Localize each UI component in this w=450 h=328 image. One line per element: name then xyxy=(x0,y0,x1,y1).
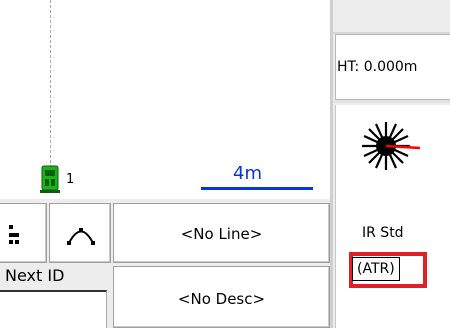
point-code-icon xyxy=(9,225,19,244)
panel-separator xyxy=(333,100,450,103)
scale-bar xyxy=(201,187,313,190)
next-id-input[interactable] xyxy=(0,292,106,328)
line-selector-label: <No Line> xyxy=(180,225,263,243)
arc-button[interactable] xyxy=(49,203,111,263)
panel-divider xyxy=(330,0,333,328)
prism-target-icon xyxy=(362,120,432,172)
instrument-label: 1 xyxy=(66,172,75,187)
point-code-button[interactable] xyxy=(0,203,47,263)
target-height-text: HT: 0.000m xyxy=(337,59,418,75)
next-id-field-frame xyxy=(0,290,107,328)
next-id-label: Next ID xyxy=(5,266,65,285)
description-button[interactable]: <No Desc> xyxy=(113,266,330,328)
atr-label: (ATR) xyxy=(352,257,400,281)
line-selector-button[interactable]: <No Line> xyxy=(113,203,330,263)
arc-icon xyxy=(67,228,95,245)
backsight-dashed-line xyxy=(50,0,51,168)
scale-label: 4m xyxy=(233,163,262,184)
prism-type-label: IR Std xyxy=(362,225,404,241)
instrument-icon xyxy=(39,162,65,194)
description-label: <No Desc> xyxy=(177,290,266,308)
